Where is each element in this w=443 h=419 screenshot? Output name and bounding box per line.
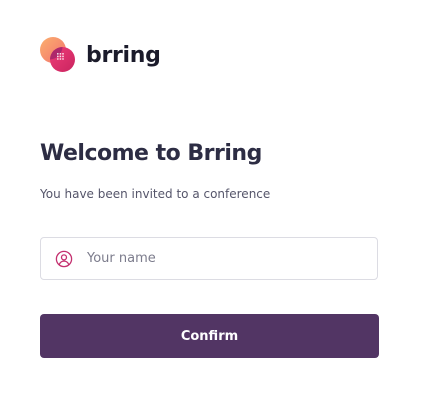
confirm-button[interactable]: Confirm bbox=[40, 314, 379, 358]
name-field[interactable] bbox=[40, 237, 378, 280]
welcome-page: brring Welcome to Brring You have been i… bbox=[0, 0, 443, 419]
brring-logo-icon bbox=[40, 37, 75, 72]
page-subtitle: You have been invited to a conference bbox=[40, 187, 271, 201]
page-title: Welcome to Brring bbox=[40, 141, 262, 166]
brand-logo: brring bbox=[40, 37, 161, 73]
brand-name: brring bbox=[86, 43, 161, 68]
user-circle-icon bbox=[55, 250, 73, 268]
name-input[interactable] bbox=[87, 238, 377, 279]
